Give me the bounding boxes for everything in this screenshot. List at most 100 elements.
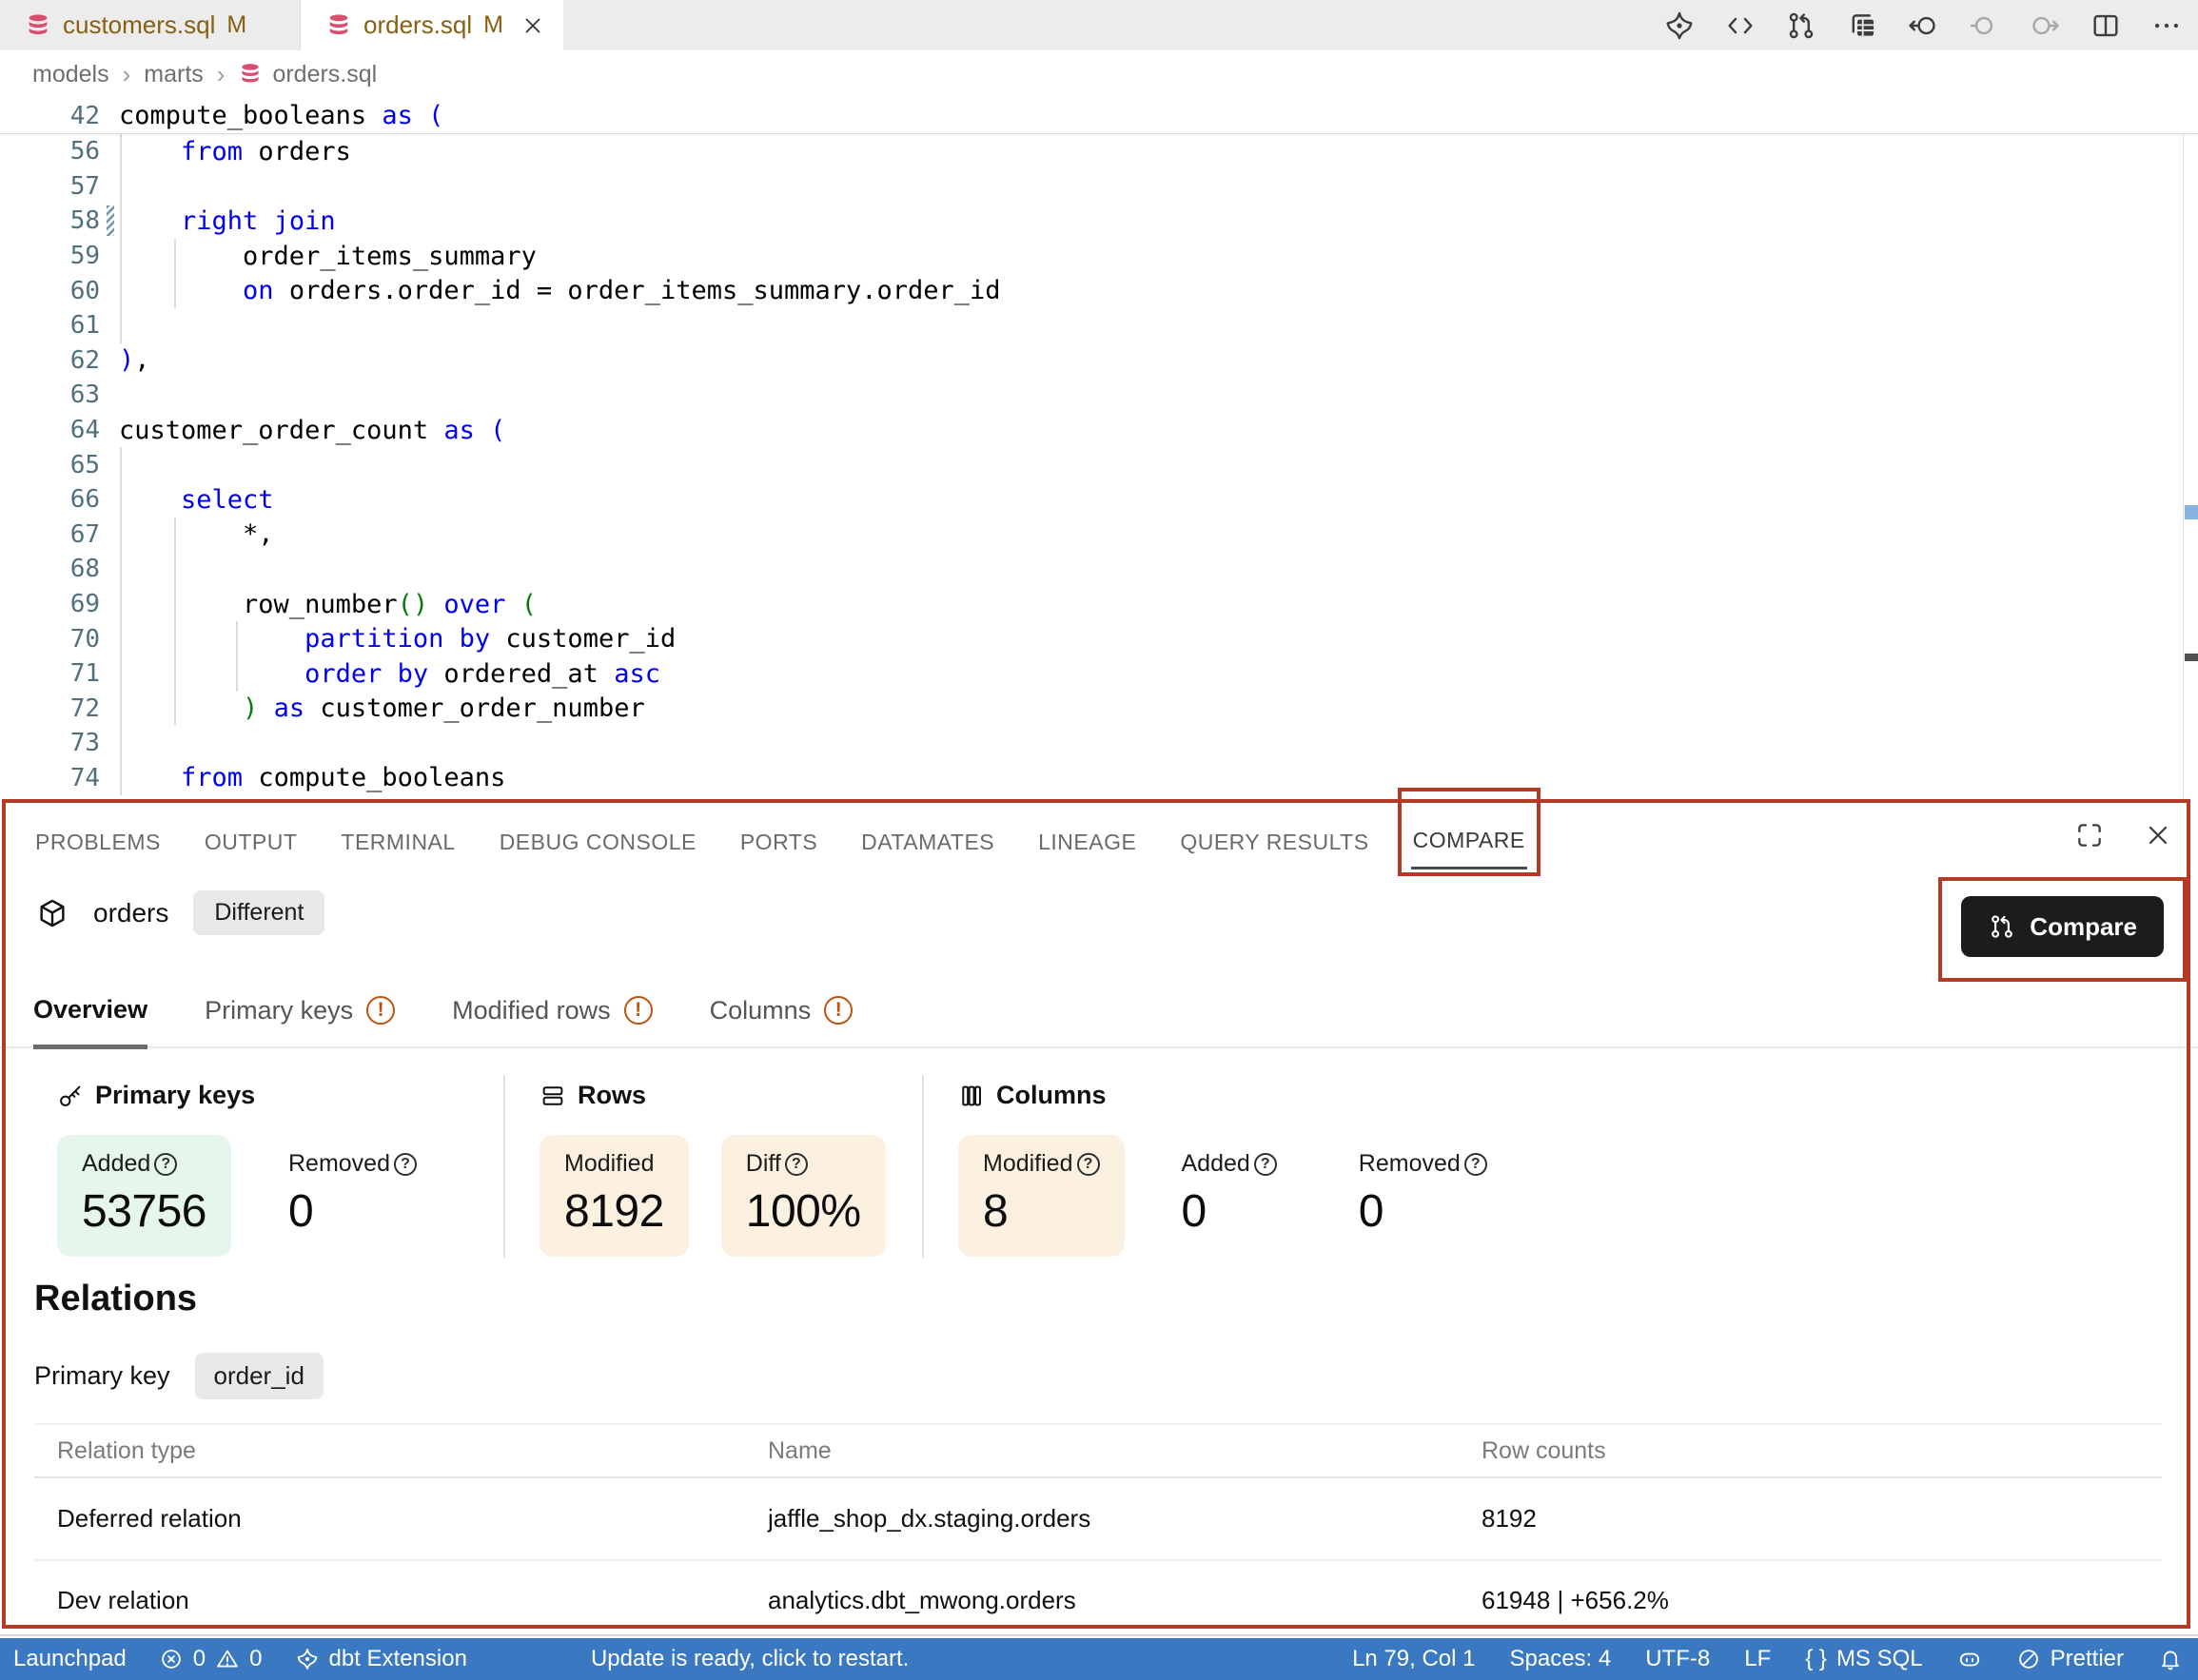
status-badge: Different [193, 890, 324, 935]
table-copy-icon[interactable] [1846, 10, 1878, 42]
statusbar-problems[interactable]: 0 0 [159, 1646, 263, 1672]
code-line-58[interactable]: 58 right join [0, 204, 2198, 239]
statusbar-language[interactable]: { } MS SQL [1805, 1646, 1922, 1672]
line-number: 67 [0, 520, 100, 549]
panel-tab-query-results[interactable]: QUERY RESULTS [1178, 809, 1370, 869]
stat-card-added: Added?0 [1157, 1135, 1302, 1257]
code-line-66[interactable]: 66 select [0, 482, 2198, 518]
code-line-74[interactable]: 74 from compute_booleans [0, 761, 2198, 796]
prettier-icon [2016, 1647, 2041, 1671]
panel-tab-compare[interactable]: COMPARE [1411, 807, 1527, 869]
ruler-scroll-marker[interactable] [2185, 654, 2198, 661]
statusbar-prettier[interactable]: Prettier [2016, 1646, 2124, 1672]
code-line-73[interactable]: 73 [0, 726, 2198, 761]
subtab-columns[interactable]: Columns! [710, 989, 854, 1046]
code-line-63[interactable]: 63 [0, 378, 2198, 413]
compare-button[interactable]: Compare [1961, 896, 2164, 957]
statusbar-eol[interactable]: LF [1744, 1646, 1771, 1672]
code-line-70[interactable]: 70 partition by customer_id [0, 621, 2198, 656]
column-header: Name [745, 1437, 1459, 1465]
statusbar-indentation[interactable]: Spaces: 4 [1509, 1646, 1611, 1672]
sticky-scroll-line[interactable]: 42compute_booleans as ( [0, 98, 2198, 134]
relations-heading: Relations [34, 1279, 197, 1319]
statusbar-cursor-position[interactable]: Ln 79, Col 1 [1352, 1646, 1475, 1672]
panel-tab-terminal[interactable]: TERMINAL [339, 809, 457, 869]
code-line-56[interactable]: 56 from orders [0, 134, 2198, 169]
stat-card-diff: Diff?100% [721, 1135, 886, 1257]
indent-guide [174, 518, 176, 727]
stat-card-value: 0 [1182, 1185, 1277, 1238]
bell-icon[interactable] [2158, 1647, 2183, 1671]
code-line-42[interactable]: 42compute_booleans as ( [0, 98, 2198, 133]
statusbar-update-message[interactable]: Update is ready, click to restart. [591, 1646, 909, 1672]
code-editor[interactable]: 42compute_booleans as ( 56 from orders57… [0, 98, 2198, 803]
help-icon[interactable]: ? [154, 1153, 177, 1176]
code-line-69[interactable]: 69 row_number() over ( [0, 587, 2198, 622]
stat-card-label: Added [82, 1150, 150, 1178]
statusbar-encoding[interactable]: UTF-8 [1645, 1646, 1710, 1672]
copilot-icon[interactable] [1957, 1647, 1982, 1671]
line-number: 74 [0, 764, 100, 792]
code-line-61[interactable]: 61 [0, 308, 2198, 343]
subtab-overview[interactable]: Overview [33, 989, 147, 1049]
column-header: Relation type [34, 1437, 745, 1465]
model-name: orders [93, 898, 168, 928]
line-number: 71 [0, 659, 100, 688]
table-cell: Dev relation [34, 1586, 745, 1615]
stat-card-value: 8192 [564, 1185, 664, 1238]
breadcrumb-file[interactable]: orders.sql [238, 61, 377, 88]
panel-tab-problems[interactable]: PROBLEMS [33, 809, 163, 869]
code-line-67[interactable]: 67 *, [0, 518, 2198, 553]
help-icon[interactable]: ? [1254, 1153, 1277, 1176]
table-header-row: Relation typeNameRow counts [34, 1423, 2162, 1478]
code-line-59[interactable]: 59 order_items_summary [0, 239, 2198, 274]
split-editor-icon[interactable] [2090, 10, 2122, 42]
subtab-label: Modified rows [452, 996, 611, 1026]
help-icon[interactable]: ? [394, 1153, 417, 1176]
line-number: 62 [0, 346, 100, 375]
panel-tab-datamates[interactable]: DATAMATES [859, 809, 996, 869]
code-line-75[interactable]: 75 [0, 795, 2198, 803]
code-line-71[interactable]: 71 order by ordered_at asc [0, 656, 2198, 692]
git-compare-icon[interactable] [1785, 10, 1817, 42]
breadcrumb-models[interactable]: models [32, 61, 109, 88]
nav-back-icon[interactable] [1907, 10, 1939, 42]
code-line-65[interactable]: 65 [0, 447, 2198, 482]
maximize-panel-icon[interactable] [2074, 820, 2105, 850]
close-tab-icon[interactable] [520, 13, 545, 38]
subtab-modified-rows[interactable]: Modified rows! [452, 989, 653, 1046]
ruler-modified-marker [2185, 505, 2198, 519]
dbt-star-icon[interactable] [1663, 10, 1696, 42]
code-line-60[interactable]: 60 on orders.order_id = order_items_summ… [0, 273, 2198, 308]
code-line-72[interactable]: 72 ) as customer_order_number [0, 692, 2198, 727]
stat-card-modified: Modified8192 [540, 1135, 689, 1257]
code-line-62[interactable]: 62), [0, 343, 2198, 379]
warning-icon: ! [366, 996, 395, 1025]
subtab-label: Columns [710, 996, 812, 1026]
panel-tab-output[interactable]: OUTPUT [203, 809, 300, 869]
stat-card-value: 0 [1359, 1185, 1487, 1238]
help-icon[interactable]: ? [1464, 1153, 1487, 1176]
more-actions-icon[interactable] [2150, 10, 2183, 42]
code-line-68[interactable]: 68 [0, 552, 2198, 587]
subtab-primary-keys[interactable]: Primary keys! [205, 989, 395, 1046]
panel-tab-ports[interactable]: PORTS [738, 809, 819, 869]
line-number: 58 [0, 206, 100, 235]
stat-section-primary-keys: Primary keysAdded?53756Removed?0 [0, 1065, 503, 1267]
line-number: 42 [0, 102, 100, 130]
tab-customers-sql[interactable]: customers.sql M [0, 0, 301, 50]
statusbar-launchpad[interactable]: Launchpad [13, 1646, 127, 1672]
help-icon[interactable]: ? [1077, 1153, 1100, 1176]
panel-tab-lineage[interactable]: LINEAGE [1036, 809, 1138, 869]
nav-circle-icon [1968, 10, 2000, 42]
panel-tab-debug-console[interactable]: DEBUG CONSOLE [498, 809, 698, 869]
sql-file-icon [325, 12, 352, 39]
tab-orders-sql[interactable]: orders.sql M [301, 0, 563, 50]
code-line-57[interactable]: 57 [0, 169, 2198, 205]
breadcrumb-marts[interactable]: marts [144, 61, 204, 88]
help-icon[interactable]: ? [785, 1153, 808, 1176]
close-panel-icon[interactable] [2143, 820, 2173, 850]
code-tags-icon[interactable] [1724, 10, 1756, 42]
code-line-64[interactable]: 64customer_order_count as ( [0, 413, 2198, 448]
statusbar-dbt-extension[interactable]: dbt Extension [295, 1646, 467, 1672]
